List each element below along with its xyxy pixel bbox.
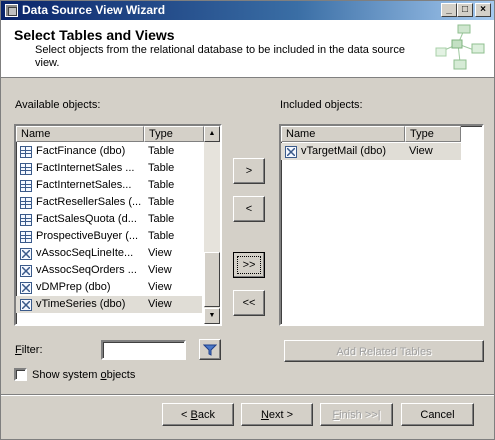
view-icon [20, 248, 32, 260]
title-bar: Data Source View Wizard _ □ × [1, 1, 494, 20]
next-button[interactable]: Next > [241, 403, 313, 426]
wizard-graphic-icon [435, 24, 485, 70]
finish-button[interactable]: Finish >>| [320, 403, 393, 426]
maximize-button[interactable]: □ [457, 3, 473, 17]
item-type: View [148, 247, 172, 259]
list-item[interactable]: FactInternetSales... Table [16, 177, 202, 194]
item-type: Table [148, 162, 175, 174]
list-item[interactable]: FactResellerSales (... Table [16, 194, 202, 211]
table-icon [20, 231, 32, 243]
scroll-up-button[interactable]: ▲ [204, 126, 220, 142]
wizard-window: Data Source View Wizard _ □ × Select Tab… [0, 0, 495, 440]
filter-label: Filter: [15, 344, 43, 356]
page-subtitle: Select objects from the relational datab… [35, 44, 405, 69]
item-name: vAssocSeqLineIte... [36, 247, 134, 259]
scroll-down-button[interactable]: ▼ [204, 308, 220, 324]
item-type: Table [148, 145, 175, 157]
add-related-tables-button[interactable]: Add Related Tables [284, 340, 484, 362]
close-button[interactable]: × [475, 3, 491, 17]
show-system-objects-label: Show system objects [32, 369, 136, 381]
scroll-thumb[interactable] [204, 252, 220, 307]
add-all-button[interactable]: >> [233, 252, 265, 278]
show-system-objects-checkbox[interactable] [14, 368, 27, 381]
add-selected-button[interactable]: > [233, 158, 265, 184]
item-type: Table [148, 213, 175, 225]
list-item[interactable]: ProspectiveBuyer (... Table [16, 228, 202, 245]
view-icon [285, 146, 297, 158]
item-type: View [148, 264, 172, 276]
table-icon [20, 163, 32, 175]
cancel-button[interactable]: Cancel [401, 403, 474, 426]
view-icon [20, 299, 32, 311]
available-objects-label: Available objects: [15, 99, 101, 111]
item-name: ProspectiveBuyer (... [36, 230, 139, 242]
view-icon [20, 282, 32, 294]
item-name: vTargetMail (dbo) [301, 145, 386, 157]
item-name: FactInternetSales... [36, 179, 132, 191]
column-header-type[interactable]: Type [405, 126, 461, 142]
list-item[interactable]: vTargetMail (dbo) View [281, 143, 461, 160]
included-objects-list[interactable]: Name Type vTargetMail (dbo) View [279, 124, 484, 326]
app-icon [5, 4, 18, 17]
remove-selected-button[interactable]: < [233, 196, 265, 222]
item-type: View [148, 281, 172, 293]
focus-ring [237, 256, 261, 274]
table-icon [20, 180, 32, 192]
list-item[interactable]: FactSalesQuota (d... Table [16, 211, 202, 228]
item-name: FactInternetSales ... [36, 162, 135, 174]
table-icon [20, 214, 32, 226]
item-type: Table [148, 179, 175, 191]
table-icon [20, 146, 32, 158]
item-type: View [409, 145, 433, 157]
minimize-button[interactable]: _ [441, 3, 457, 17]
item-type: Table [148, 196, 175, 208]
column-header-name[interactable]: Name [281, 126, 405, 142]
funnel-icon [202, 344, 218, 356]
list-item[interactable]: FactInternetSales ... Table [16, 160, 202, 177]
page-title: Select Tables and Views [14, 27, 175, 43]
list-item[interactable]: vTimeSeries (dbo) View [16, 296, 202, 313]
item-type: View [148, 298, 172, 310]
back-button[interactable]: < Back [162, 403, 234, 426]
apply-filter-button[interactable] [199, 339, 221, 360]
item-name: FactSalesQuota (d... [36, 213, 137, 225]
item-name: vDMPrep (dbo) [36, 281, 111, 293]
item-name: vAssocSeqOrders ... [36, 264, 137, 276]
included-objects-label: Included objects: [280, 99, 363, 111]
remove-all-button[interactable]: << [233, 290, 265, 316]
available-scrollbar[interactable]: ▲ ▼ [204, 126, 220, 324]
view-icon [20, 265, 32, 277]
window-title: Data Source View Wizard [22, 3, 166, 17]
column-header-type[interactable]: Type [144, 126, 204, 142]
item-name: vTimeSeries (dbo) [36, 298, 126, 310]
list-item[interactable]: vDMPrep (dbo) View [16, 279, 202, 296]
item-name: FactResellerSales (... [36, 196, 142, 208]
item-type: Table [148, 230, 175, 242]
table-icon [20, 197, 32, 209]
item-name: FactFinance (dbo) [36, 145, 126, 157]
list-item[interactable]: FactFinance (dbo) Table [16, 143, 202, 160]
footer-separator [1, 394, 494, 396]
wizard-header: Select Tables and Views Select objects f… [1, 20, 494, 78]
list-item[interactable]: vAssocSeqOrders ... View [16, 262, 202, 279]
list-item[interactable]: vAssocSeqLineIte... View [16, 245, 202, 262]
column-header-name[interactable]: Name [16, 126, 144, 142]
available-objects-list[interactable]: Name Type FactFinance (dbo) Table FactInte… [14, 124, 222, 326]
filter-input[interactable] [101, 340, 186, 360]
